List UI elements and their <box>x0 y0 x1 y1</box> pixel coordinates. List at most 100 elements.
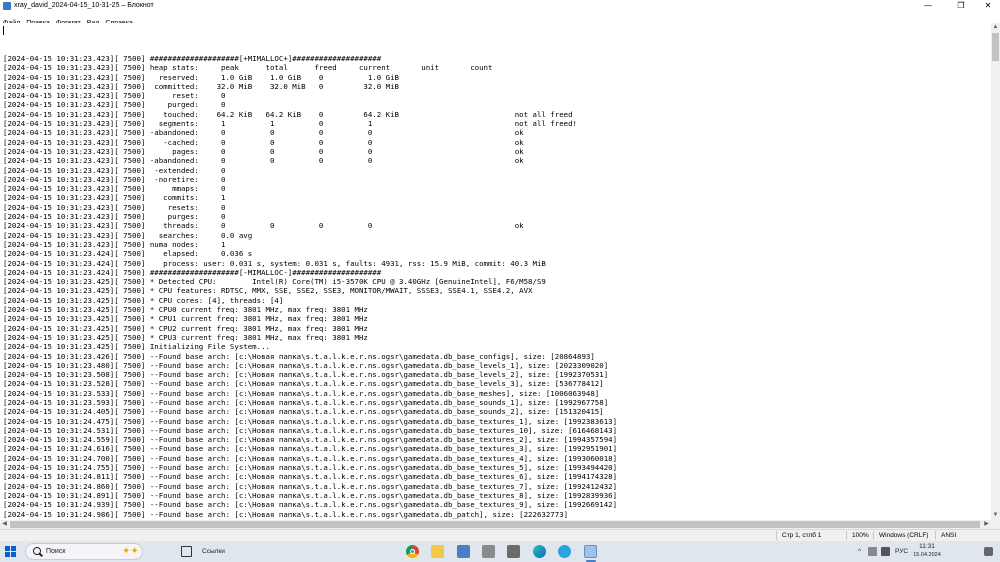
chrome-icon[interactable] <box>406 545 419 558</box>
size-grip[interactable] <box>991 520 1000 529</box>
scroll-down-icon[interactable]: ▼ <box>991 511 1000 520</box>
log-line: [2024-04-15 10:31:23.423][ 7500] resets:… <box>3 202 226 212</box>
log-line: [2024-04-15 10:31:23.425][ 7500] Initial… <box>3 342 270 352</box>
text-caret <box>3 26 4 35</box>
log-line: [2024-04-15 10:31:23.423][ 7500] reset: … <box>3 91 226 101</box>
language-indicator[interactable]: РУС <box>895 541 908 562</box>
sparkle-icon: ✦✦ <box>122 546 139 557</box>
app-icon[interactable] <box>482 545 495 558</box>
log-line: [2024-04-15 10:31:23.423][ 7500] heap st… <box>3 63 493 73</box>
text-editor[interactable]: [2024-04-15 10:31:23.423][ 7500] #######… <box>0 23 991 520</box>
log-line: [2024-04-15 10:31:23.508][ 7500] --Found… <box>3 370 609 380</box>
log-line: [2024-04-15 10:31:23.423][ 7500] reserve… <box>3 72 400 82</box>
log-line: [2024-04-15 10:31:23.593][ 7500] --Found… <box>3 397 609 407</box>
log-lines: [2024-04-15 10:31:23.423][ 7500] #######… <box>3 54 617 520</box>
vertical-scroll-thumb[interactable] <box>992 33 999 61</box>
taskbar: Поиск ✦✦ Ссылки ^ РУС 11:31 15.04.2024 <box>0 541 1000 562</box>
status-bar: Стр 1, стлб 1 100% Windows (CRLF) ANSI <box>0 529 1000 541</box>
log-line: [2024-04-15 10:31:23.480][ 7500] --Found… <box>3 360 609 370</box>
minimize-button[interactable]: — <box>916 0 940 12</box>
scroll-up-icon[interactable]: ▲ <box>991 23 1000 32</box>
log-line: [2024-04-15 10:31:23.425][ 7500] * CPU0 … <box>3 305 368 315</box>
maximize-button[interactable]: ❐ <box>949 0 973 12</box>
file-explorer-icon[interactable] <box>431 545 444 558</box>
horizontal-scrollbar[interactable]: ◀ ▶ <box>0 520 991 529</box>
log-line: [2024-04-15 10:31:23.423][ 7500] searche… <box>3 230 253 240</box>
log-line: [2024-04-15 10:31:23.423][ 7500] mmaps: … <box>3 184 226 194</box>
status-separator <box>935 531 936 540</box>
store-icon[interactable] <box>457 545 470 558</box>
search-icon <box>33 547 41 555</box>
horizontal-scroll-thumb[interactable] <box>10 521 980 528</box>
log-line: [2024-04-15 10:31:23.424][ 7500] process… <box>3 258 546 268</box>
edge-icon[interactable] <box>533 545 546 558</box>
log-line: [2024-04-15 10:31:24.891][ 7500] --Found… <box>3 490 618 500</box>
log-line: [2024-04-15 10:31:23.425][ 7500] * CPU c… <box>3 295 284 305</box>
close-button[interactable]: ✕ <box>976 0 1000 12</box>
clock[interactable]: 11:31 15.04.2024 <box>910 543 944 559</box>
log-line: [2024-04-15 10:31:24.755][ 7500] --Found… <box>3 463 618 473</box>
log-line: [2024-04-15 10:31:23.423][ 7500] touched… <box>3 109 573 119</box>
log-line: [2024-04-15 10:31:23.423][ 7500] segment… <box>3 119 577 129</box>
log-line: [2024-04-15 10:31:24.616][ 7500] --Found… <box>3 444 618 454</box>
clock-time: 11:31 <box>919 543 935 550</box>
log-line: [2024-04-15 10:31:23.423][ 7500] -abando… <box>3 128 524 138</box>
log-line: [2024-04-15 10:31:23.423][ 7500] pages: … <box>3 146 524 156</box>
status-separator <box>873 531 874 540</box>
notifications-icon[interactable] <box>984 547 993 556</box>
line-ending: Windows (CRLF) <box>879 532 929 539</box>
task-view-icon[interactable] <box>181 546 192 557</box>
log-line: [2024-04-15 10:31:24.811][ 7500] --Found… <box>3 472 618 482</box>
network-icon[interactable] <box>868 547 877 556</box>
log-line: [2024-04-15 10:31:23.423][ 7500] numa no… <box>3 239 226 249</box>
log-line: [2024-04-15 10:31:24.860][ 7500] --Found… <box>3 481 618 491</box>
cursor-position: Стр 1, стлб 1 <box>782 532 822 539</box>
log-line: [2024-04-15 10:31:23.533][ 7500] --Found… <box>3 388 600 398</box>
log-line: [2024-04-15 10:31:24.405][ 7500] --Found… <box>3 407 604 417</box>
log-line: [2024-04-15 10:31:23.423][ 7500] -extend… <box>3 165 226 175</box>
log-line: [2024-04-15 10:31:23.425][ 7500] * Detec… <box>3 277 546 287</box>
log-line: [2024-04-15 10:31:23.425][ 7500] * CPU1 … <box>3 314 368 324</box>
log-line: [2024-04-15 10:31:23.423][ 7500] -cached… <box>3 137 524 147</box>
log-line: [2024-04-15 10:31:23.423][ 7500] committ… <box>3 81 400 91</box>
log-line: [2024-04-15 10:31:23.425][ 7500] * CPU f… <box>3 286 533 296</box>
mail-icon[interactable] <box>507 545 520 558</box>
notepad-icon <box>3 2 11 10</box>
log-line: [2024-04-15 10:31:23.424][ 7500] #######… <box>3 267 382 277</box>
log-line: [2024-04-15 10:31:23.423][ 7500] purges:… <box>3 212 226 222</box>
clock-date: 15.04.2024 <box>913 552 941 558</box>
status-separator <box>846 531 847 540</box>
log-line: [2024-04-15 10:31:23.425][ 7500] * CPU2 … <box>3 323 368 333</box>
log-line: [2024-04-15 10:31:24.700][ 7500] --Found… <box>3 453 618 463</box>
log-line: [2024-04-15 10:31:23.423][ 7500] -noreti… <box>3 174 226 184</box>
log-line: [2024-04-15 10:31:23.528][ 7500] --Found… <box>3 379 604 389</box>
zoom-level: 100% <box>852 532 869 539</box>
tray-chevron-icon[interactable]: ^ <box>858 541 861 562</box>
log-line: [2024-04-15 10:31:23.425][ 7500] * CPU3 … <box>3 332 368 342</box>
taskbar-search[interactable]: Поиск ✦✦ <box>25 543 143 560</box>
scroll-left-icon[interactable]: ◀ <box>0 520 9 529</box>
status-separator <box>776 531 777 540</box>
log-line: [2024-04-15 10:31:23.423][ 7500] -abando… <box>3 156 524 166</box>
window-title: xray_david_2024-04-15_10-31-25 – Блокнот <box>14 2 154 9</box>
volume-icon[interactable] <box>881 547 890 556</box>
log-line: [2024-04-15 10:31:24.531][ 7500] --Found… <box>3 425 618 435</box>
log-line: [2024-04-15 10:31:23.423][ 7500] threads… <box>3 221 524 231</box>
log-line: [2024-04-15 10:31:24.559][ 7500] --Found… <box>3 435 618 445</box>
widgets-label[interactable]: Ссылки <box>202 541 225 562</box>
vertical-scrollbar[interactable]: ▲ ▼ <box>991 23 1000 520</box>
log-line: [2024-04-15 10:31:24.475][ 7500] --Found… <box>3 416 618 426</box>
scroll-right-icon[interactable]: ▶ <box>982 520 991 529</box>
log-line: [2024-04-15 10:31:23.423][ 7500] purged:… <box>3 100 226 110</box>
log-line: [2024-04-15 10:31:23.424][ 7500] elapsed… <box>3 249 253 259</box>
encoding: ANSI <box>941 532 957 539</box>
menu-bar: ФайлПравкаФорматВидСправка <box>0 12 1000 27</box>
notepad-taskbar-icon[interactable] <box>584 545 597 558</box>
log-line: [2024-04-15 10:31:23.423][ 7500] #######… <box>3 54 382 63</box>
log-line: [2024-04-15 10:31:24.939][ 7500] --Found… <box>3 500 618 510</box>
log-line: [2024-04-15 10:31:24.986][ 7500] --Found… <box>3 509 569 519</box>
telegram-icon[interactable] <box>558 545 571 558</box>
start-button[interactable] <box>5 546 16 557</box>
title-bar: xray_david_2024-04-15_10-31-25 – Блокнот… <box>0 0 1000 12</box>
log-line: [2024-04-15 10:31:23.423][ 7500] commits… <box>3 193 226 203</box>
